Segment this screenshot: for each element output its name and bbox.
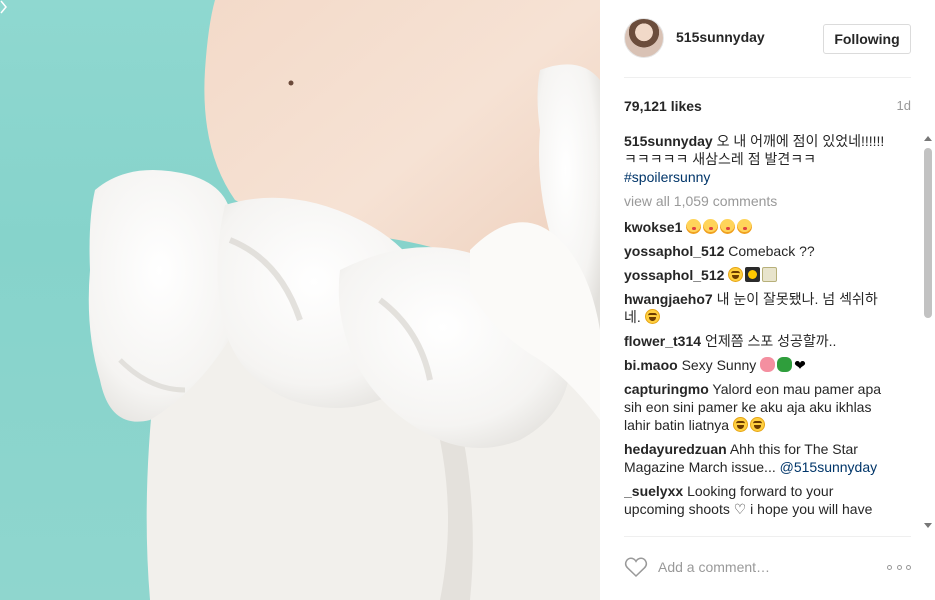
laugh-emoji-icon — [732, 417, 748, 432]
comment-item: yossaphol_512 Comeback ?? — [624, 242, 894, 260]
laugh-emoji-icon — [728, 267, 744, 282]
comment-author[interactable]: hwangjaeho7 — [624, 291, 713, 307]
post-photo[interactable] — [0, 0, 600, 600]
comment-item: hedayuredzuan Ahh this for The Star Maga… — [624, 440, 894, 476]
comment-text: Sexy Sunny — [681, 357, 757, 373]
comment-author[interactable]: kwokse1 — [624, 219, 682, 235]
scroll-down-arrow-icon[interactable] — [924, 523, 932, 528]
comment-author[interactable]: _suelyxx — [624, 483, 683, 499]
pig-emoji-icon — [760, 357, 776, 372]
comment-author[interactable]: capturingmo — [624, 381, 709, 397]
comment-item: flower_t314 언제쯤 스포 성공할까.. — [624, 332, 894, 350]
caption: 515sunnyday 오 내 어깨에 점이 있었네!!!!!!ㅋㅋㅋㅋㅋ 새삼… — [624, 132, 894, 186]
avatar[interactable] — [624, 18, 664, 58]
comment-footer — [624, 536, 911, 600]
kiss-emoji-icon — [686, 219, 702, 234]
caption-author[interactable]: 515sunnyday — [624, 133, 713, 149]
comment-text: 언제쯤 스포 성공할까.. — [704, 333, 837, 349]
comment-container: kwokse1 yossaphol_512 Comeback ?? yossap… — [624, 218, 894, 518]
sq-emoji-icon — [745, 267, 761, 282]
comment-item: hwangjaeho7 내 눈이 잘못됐나. 넘 섹쉬하네. — [624, 290, 894, 326]
comments-scrollbar[interactable] — [921, 132, 935, 532]
caption-hashtag[interactable]: #spoilersunny — [624, 169, 710, 185]
likes-count[interactable]: 79,121 likes — [624, 98, 702, 114]
scroll-thumb[interactable] — [924, 148, 932, 318]
post-time: 1d — [896, 98, 911, 113]
comment-author[interactable]: yossaphol_512 — [624, 243, 724, 259]
comment-author[interactable]: yossaphol_512 — [624, 267, 724, 283]
comment-item: _suelyxx Looking forward to your upcomin… — [624, 482, 894, 518]
comment-item: capturingmo Yalord eon mau pamer apa sih… — [624, 380, 894, 434]
comment-author[interactable]: hedayuredzuan — [624, 441, 727, 457]
view-all-comments-link[interactable]: view all 1,059 comments — [624, 192, 894, 210]
laugh-emoji-icon — [749, 417, 765, 432]
clover-emoji-icon — [777, 357, 793, 372]
comment-mention[interactable]: @515sunnyday — [780, 459, 878, 475]
chevron-left-icon[interactable] — [0, 0, 8, 14]
bolt-emoji-icon — [762, 267, 778, 282]
black-heart-emoji-icon: ❤ — [794, 357, 806, 373]
following-button[interactable]: Following — [823, 24, 911, 54]
laugh-emoji-icon — [644, 309, 660, 324]
heart-outline-icon[interactable] — [624, 556, 648, 578]
comment-author[interactable]: bi.maoo — [624, 357, 678, 373]
kiss-emoji-icon — [720, 219, 736, 234]
add-comment-input[interactable] — [658, 553, 868, 581]
comment-item: yossaphol_512 — [624, 266, 894, 284]
scroll-up-arrow-icon[interactable] — [924, 136, 932, 141]
comment-text: Comeback ?? — [728, 243, 815, 259]
username-link[interactable]: 515sunnyday — [676, 29, 765, 45]
comment-item: kwokse1 — [624, 218, 894, 236]
kiss-emoji-icon — [703, 219, 719, 234]
comment-item: bi.maoo Sexy Sunny ❤ — [624, 356, 894, 374]
comments-list[interactable]: 515sunnyday 오 내 어깨에 점이 있었네!!!!!!ㅋㅋㅋㅋㅋ 새삼… — [624, 132, 894, 532]
more-options-icon[interactable] — [887, 559, 911, 575]
kiss-emoji-icon — [737, 219, 753, 234]
photo-content — [88, 0, 600, 600]
post-sidebar: 515sunnyday Following 79,121 likes 1d 51… — [600, 0, 935, 600]
post-header: 515sunnyday Following — [624, 0, 911, 78]
comment-author[interactable]: flower_t314 — [624, 333, 701, 349]
